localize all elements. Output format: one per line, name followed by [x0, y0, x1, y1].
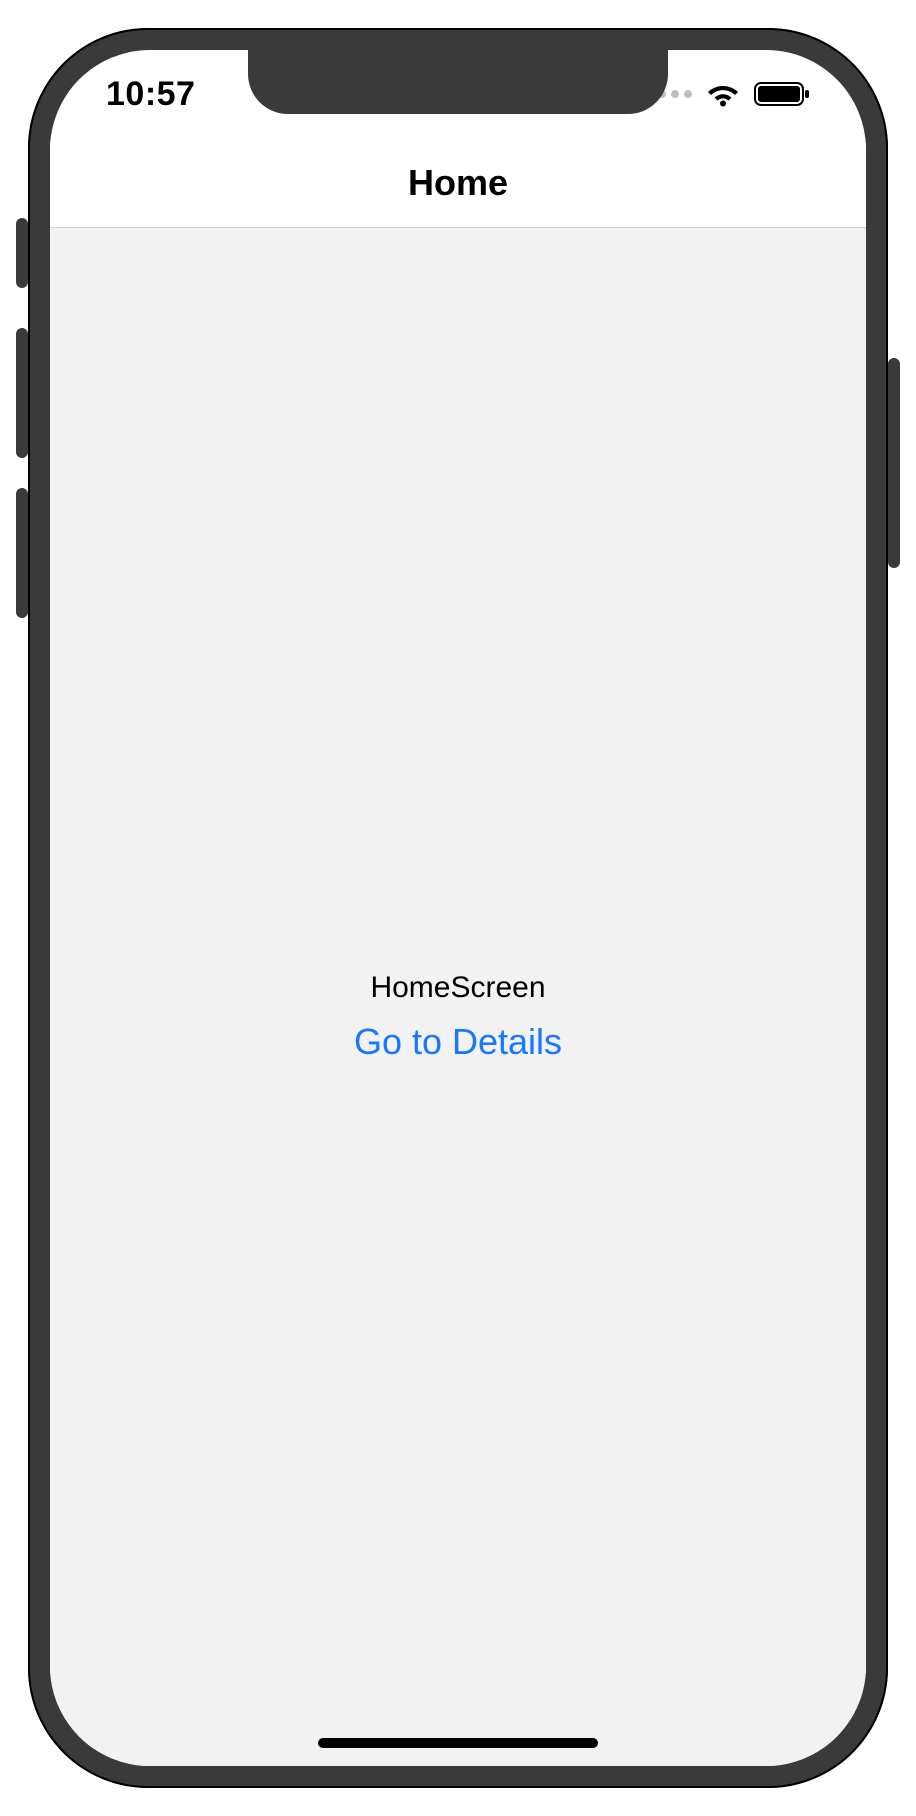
volume-up-button: [16, 328, 28, 458]
wifi-icon: [706, 81, 740, 107]
battery-icon: [754, 81, 810, 107]
navigation-bar: Home: [50, 138, 866, 228]
status-right-cluster: [645, 81, 810, 107]
screen-label: HomeScreen: [370, 971, 545, 1005]
power-button: [888, 358, 900, 568]
go-to-details-button[interactable]: Go to Details: [354, 1021, 562, 1063]
home-indicator[interactable]: [318, 1738, 598, 1748]
content-area: HomeScreen Go to Details: [50, 228, 866, 1766]
device-screen: 10:57: [50, 50, 866, 1766]
mute-switch: [16, 218, 28, 288]
volume-down-button: [16, 488, 28, 618]
page-title: Home: [408, 162, 508, 204]
status-time: 10:57: [106, 75, 195, 114]
device-notch: [248, 50, 668, 114]
device-frame: 10:57: [28, 28, 888, 1788]
